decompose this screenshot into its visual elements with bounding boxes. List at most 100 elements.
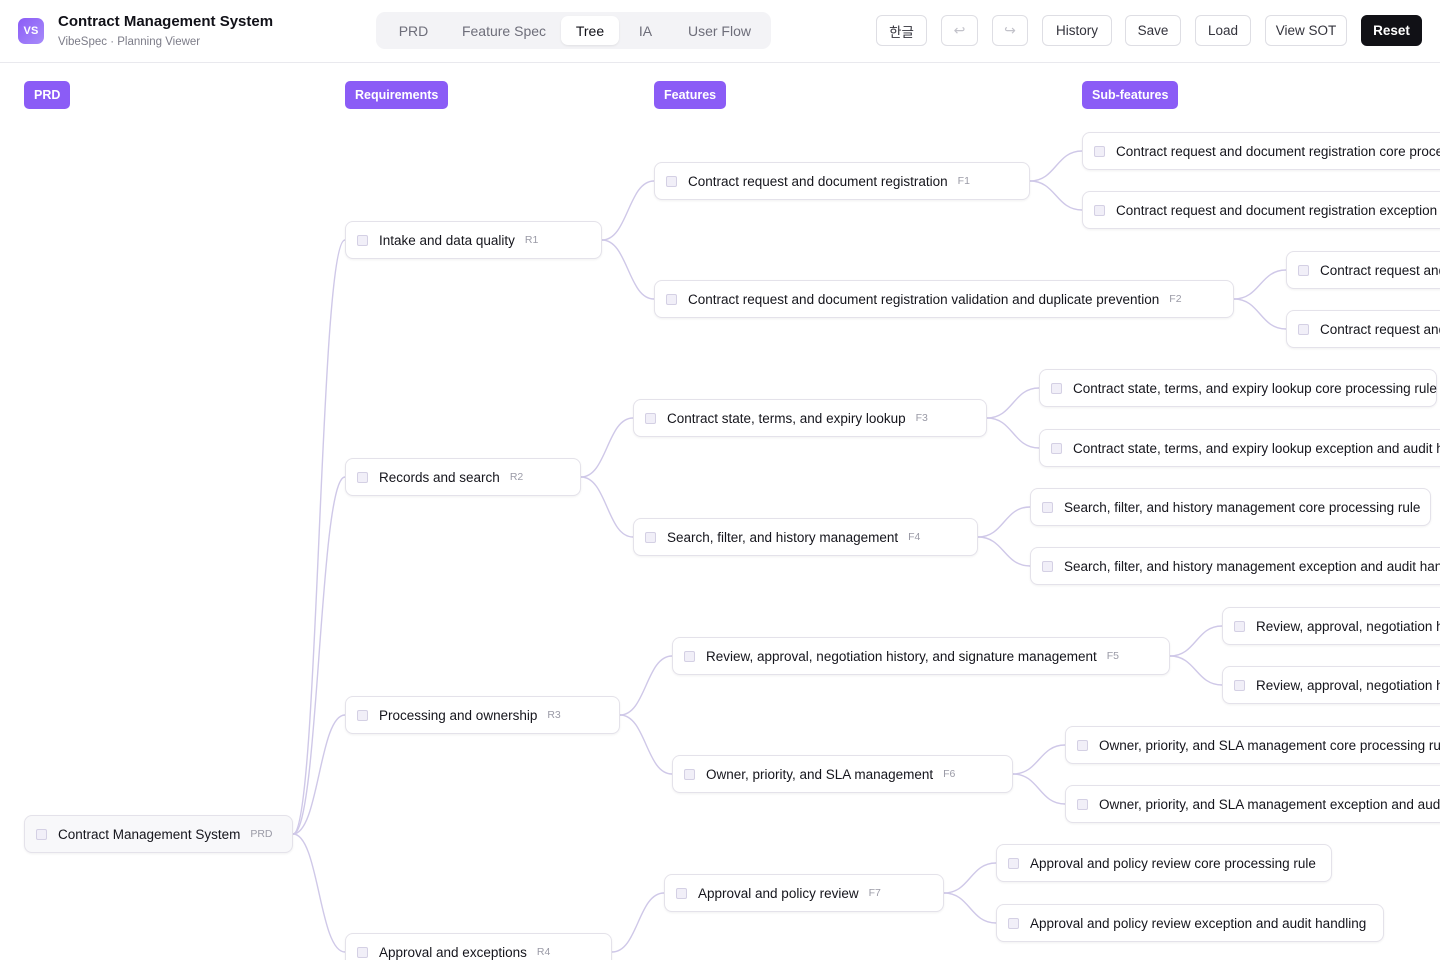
language-toggle-button[interactable]: 한글: [876, 15, 927, 46]
node-label: Approval and policy review exception and…: [1030, 915, 1367, 931]
node-label: Approval and exceptions: [379, 944, 527, 960]
tree-node-requirement[interactable]: Records and search R2: [345, 458, 581, 496]
tab-prd[interactable]: PRD: [380, 16, 447, 45]
node-checkbox[interactable]: [357, 709, 368, 721]
tree-node-feature[interactable]: Contract request and document registrati…: [654, 280, 1234, 318]
node-label: Approval and policy review: [698, 885, 859, 901]
node-label: Contract request and document registrati…: [1116, 143, 1440, 159]
node-checkbox[interactable]: [1234, 620, 1245, 632]
tree-node-subfeature[interactable]: Contract state, terms, and expiry lookup…: [1039, 429, 1440, 467]
tree-node-requirement[interactable]: Approval and exceptions R4: [345, 933, 612, 960]
tree-node-subfeature[interactable]: Contract request and document registrati…: [1286, 310, 1440, 348]
tree-node-subfeature[interactable]: Contract request and document registrati…: [1082, 191, 1440, 229]
node-checkbox[interactable]: [666, 293, 677, 305]
node-label: Contract request and document registrati…: [688, 173, 948, 189]
tree-edge: [601, 239, 655, 300]
node-label: Contract state, terms, and expiry lookup…: [1073, 440, 1440, 456]
tree-canvas[interactable]: PRD Requirements Features Sub-features C…: [0, 0, 1440, 960]
node-label: Contract request and document registrati…: [1320, 262, 1440, 278]
tree-edge: [292, 714, 346, 835]
tree-node-subfeature[interactable]: Review, approval, negotiation history, a…: [1222, 666, 1440, 704]
tree-node-subfeature[interactable]: Review, approval, negotiation history, a…: [1222, 607, 1440, 645]
node-checkbox[interactable]: [1094, 145, 1105, 157]
node-label: Processing and ownership: [379, 707, 538, 723]
view-sot-button[interactable]: View SOT: [1265, 15, 1347, 46]
tree-edge: [292, 833, 346, 953]
node-label: Intake and data quality: [379, 232, 515, 248]
node-checkbox[interactable]: [357, 234, 368, 246]
save-button[interactable]: Save: [1125, 15, 1181, 46]
node-code: R4: [536, 946, 551, 958]
tree-node-feature[interactable]: Contract request and document registrati…: [654, 162, 1030, 200]
node-checkbox[interactable]: [666, 175, 677, 187]
tree-node-requirement[interactable]: Intake and data quality R1: [345, 221, 602, 259]
node-checkbox[interactable]: [1008, 857, 1019, 869]
node-checkbox[interactable]: [357, 946, 368, 958]
node-checkbox[interactable]: [1042, 560, 1053, 572]
node-checkbox[interactable]: [1051, 442, 1062, 454]
node-checkbox[interactable]: [36, 828, 47, 840]
node-checkbox[interactable]: [1008, 917, 1019, 929]
tab-tree[interactable]: Tree: [561, 16, 619, 45]
column-label-requirements: Requirements: [345, 81, 449, 109]
tree-node-subfeature[interactable]: Contract request and document registrati…: [1082, 132, 1440, 170]
undo-icon: ↩: [953, 22, 966, 38]
tree-node-subfeature[interactable]: Search, filter, and history management c…: [1030, 488, 1431, 526]
tree-node-subfeature[interactable]: Approval and policy review exception and…: [996, 904, 1384, 942]
node-checkbox[interactable]: [1298, 264, 1309, 276]
node-code: F3: [915, 412, 928, 424]
tree-node-requirement[interactable]: Processing and ownership R3: [345, 696, 620, 734]
undo-button[interactable]: ↩: [941, 15, 978, 46]
tree-node-subfeature[interactable]: Contract request and document registrati…: [1286, 251, 1440, 289]
app-title: Contract Management System: [58, 13, 274, 30]
node-checkbox[interactable]: [1077, 798, 1088, 810]
node-checkbox[interactable]: [357, 471, 368, 483]
tree-node-subfeature[interactable]: Approval and policy review core processi…: [996, 844, 1332, 882]
node-code: F4: [908, 531, 921, 543]
tree-node-feature[interactable]: Approval and policy review F7: [664, 874, 944, 912]
tree-edge: [1012, 744, 1066, 775]
node-checkbox[interactable]: [1042, 501, 1053, 513]
reset-button[interactable]: Reset: [1361, 15, 1422, 46]
tree-node-subfeature[interactable]: Owner, priority, and SLA management exce…: [1065, 785, 1440, 823]
tree-node-root[interactable]: Contract Management System PRD: [24, 815, 293, 853]
redo-icon: ↪: [1004, 22, 1016, 38]
node-checkbox[interactable]: [1298, 323, 1309, 335]
history-button[interactable]: History: [1042, 15, 1112, 46]
tree-edge: [292, 239, 346, 835]
redo-button[interactable]: ↪: [992, 15, 1028, 46]
node-label: Approval and policy review core processi…: [1030, 855, 1316, 871]
node-checkbox[interactable]: [1094, 204, 1105, 216]
node-checkbox[interactable]: [1234, 679, 1245, 691]
tree-edge: [580, 417, 634, 478]
tree-edge: [580, 476, 634, 538]
node-label: Owner, priority, and SLA management exce…: [1099, 796, 1440, 812]
node-checkbox[interactable]: [645, 531, 656, 543]
tree-node-feature[interactable]: Search, filter, and history management F…: [633, 518, 978, 556]
node-checkbox[interactable]: [684, 650, 695, 662]
node-checkbox[interactable]: [1051, 382, 1062, 394]
tree-edge: [977, 536, 1031, 567]
tree-node-feature[interactable]: Contract state, terms, and expiry lookup…: [633, 399, 987, 437]
tab-user-flow[interactable]: User Flow: [672, 16, 767, 45]
node-checkbox[interactable]: [676, 887, 687, 899]
load-button[interactable]: Load: [1195, 15, 1251, 46]
tab-ia[interactable]: IA: [619, 16, 672, 45]
node-label: Review, approval, negotiation history, a…: [1256, 618, 1440, 634]
node-checkbox[interactable]: [684, 768, 695, 780]
tab-feature-spec[interactable]: Feature Spec: [447, 16, 561, 45]
node-checkbox[interactable]: [1077, 739, 1088, 751]
tree-edge: [986, 387, 1040, 419]
app-logo: VS: [18, 18, 44, 44]
tree-node-subfeature[interactable]: Owner, priority, and SLA management core…: [1065, 726, 1440, 764]
node-label: Owner, priority, and SLA management: [706, 766, 934, 782]
tree-node-feature[interactable]: Review, approval, negotiation history, a…: [672, 637, 1170, 675]
tree-node-subfeature[interactable]: Search, filter, and history management e…: [1030, 547, 1440, 585]
tree-node-feature[interactable]: Owner, priority, and SLA management F6: [672, 755, 1013, 793]
tree-node-subfeature[interactable]: Contract state, terms, and expiry lookup…: [1039, 369, 1437, 407]
node-label: Contract state, terms, and expiry lookup…: [1073, 380, 1437, 396]
tree-edge: [611, 892, 665, 953]
node-checkbox[interactable]: [645, 412, 656, 424]
column-label-subfeatures: Sub-features: [1082, 81, 1179, 109]
node-label: Contract request and document registrati…: [688, 291, 1160, 307]
